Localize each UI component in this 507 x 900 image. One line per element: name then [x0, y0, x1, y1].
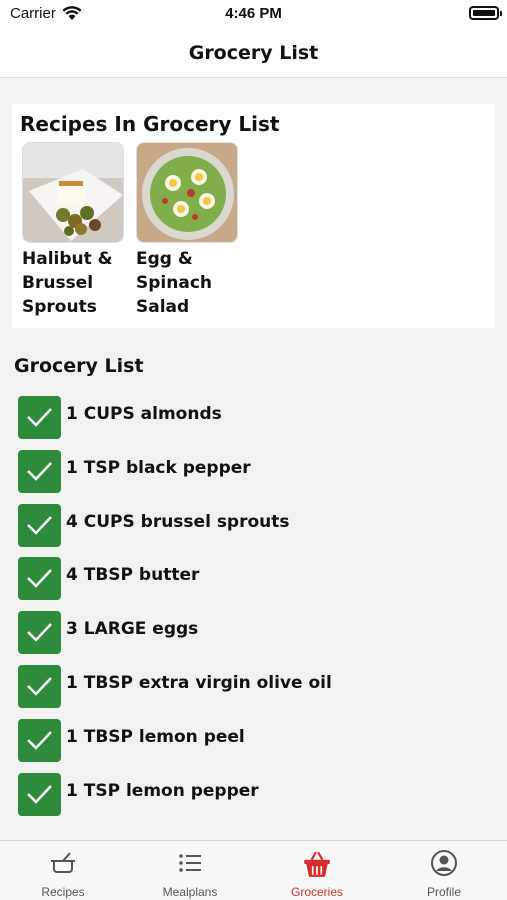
grocery-item: 1 TBSP extra virgin olive oil — [18, 664, 488, 719]
checkmark-icon — [27, 784, 52, 804]
grocery-item-label: 4 CUPS brussel sprouts — [66, 511, 290, 532]
recipes-in-list-card: Recipes In Grocery List Halibut & Brusse… — [12, 104, 495, 328]
battery-icon — [469, 6, 502, 20]
tab-mealplans[interactable]: Mealplans — [127, 841, 253, 900]
checkmark-icon — [27, 515, 52, 535]
grocery-item-label: 3 LARGE eggs — [66, 619, 199, 640]
grocery-item: 1 TSP black pepper — [18, 449, 488, 504]
list-icon — [179, 854, 201, 872]
recipe-name-halibut: Halibut & Brussel Sprouts — [22, 249, 113, 317]
recipe-tile-egg-spinach[interactable]: Egg & Spinach Salad — [136, 142, 240, 319]
recipe-image-halibut[interactable] — [22, 142, 124, 243]
status-time: 4:46 PM — [225, 5, 282, 22]
basket-icon — [304, 851, 330, 877]
grocery-item-label: 4 TBSP butter — [66, 565, 200, 586]
tab-bar: Recipes Mealplans Groceries Profile — [0, 840, 507, 900]
tab-label-mealplans: Mealplans — [162, 885, 218, 899]
recipe-tile-halibut[interactable]: Halibut & Brussel Sprouts — [22, 142, 126, 319]
grocery-item: 1 TSP lemon pepper — [18, 772, 488, 827]
pot-icon — [51, 852, 75, 873]
checkbox-checked[interactable] — [18, 611, 61, 655]
navigation-bar: Grocery List — [0, 30, 507, 78]
checkmark-icon — [27, 569, 52, 589]
tab-label-profile: Profile — [426, 885, 461, 899]
checkbox-checked[interactable] — [18, 396, 61, 439]
page-title: Grocery List — [188, 42, 319, 64]
recipe-name-egg-spinach: Egg & Spinach Salad — [136, 249, 212, 317]
grocery-item-label: 1 TSP lemon pepper — [66, 780, 259, 801]
checkmark-icon — [27, 677, 52, 696]
grocery-item: 4 TBSP butter — [18, 557, 488, 611]
recipe-image-egg-spinach[interactable] — [136, 142, 238, 243]
tab-profile[interactable]: Profile — [381, 841, 507, 900]
checkbox-checked[interactable] — [18, 557, 61, 601]
grocery-item: 4 CUPS brussel sprouts — [18, 503, 488, 558]
grocery-item: 3 LARGE eggs — [18, 611, 488, 665]
checkmark-icon — [27, 623, 52, 642]
tab-recipes[interactable]: Recipes — [0, 841, 126, 900]
grocery-list-heading: Grocery List — [14, 355, 144, 377]
checkbox-checked[interactable] — [18, 772, 61, 816]
checkmark-icon — [27, 461, 52, 481]
grocery-item: 1 CUPS almonds — [18, 396, 488, 450]
grocery-item-label: 1 TSP black pepper — [66, 457, 251, 478]
grocery-item-label: 1 CUPS almonds — [66, 404, 222, 424]
checkmark-icon — [27, 408, 52, 427]
tab-label-groceries: Groceries — [290, 885, 343, 899]
tab-label-recipes: Recipes — [41, 885, 85, 899]
recipes-section-heading: Recipes In Grocery List — [20, 112, 280, 136]
grocery-list: 1 CUPS almonds 1 TSP black pepper 4 CUPS… — [18, 396, 488, 826]
checkbox-checked[interactable] — [18, 503, 61, 547]
tab-groceries[interactable]: Groceries — [254, 841, 380, 900]
grocery-item-label: 1 TBSP extra virgin olive oil — [66, 672, 332, 693]
checkbox-checked[interactable] — [18, 664, 61, 708]
status-bar: Carrier 4:46 PM — [0, 0, 507, 30]
checkbox-checked[interactable] — [18, 718, 61, 762]
grocery-item-label: 1 TBSP lemon peel — [66, 726, 245, 747]
checkbox-checked[interactable] — [18, 449, 61, 493]
checkmark-icon — [27, 730, 52, 750]
profile-icon — [431, 850, 457, 876]
grocery-item: 1 TBSP lemon peel — [18, 718, 488, 773]
